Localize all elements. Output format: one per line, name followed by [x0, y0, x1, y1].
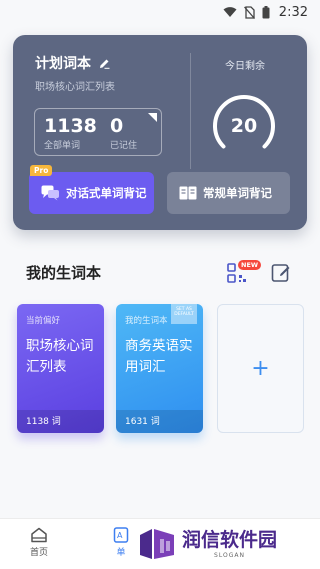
nav-item-words[interactable]: A 单: [101, 527, 141, 558]
stat-total-label: 全部单词: [44, 141, 81, 151]
add-vocab-book-button[interactable]: +: [217, 304, 304, 433]
nav-home-label: 首页: [29, 548, 48, 558]
today-remaining-value: 20: [230, 115, 258, 137]
wifi-icon: [223, 7, 237, 17]
regular-memorize-button[interactable]: 常规单词背记: [167, 172, 290, 214]
dialog-memorize-label: 对话式单词背记: [66, 186, 147, 200]
status-bar: 2:32: [0, 0, 320, 24]
plus-icon: +: [251, 356, 270, 381]
chat-bubble-icon: [41, 185, 59, 201]
stat-remembered-value: 0: [110, 115, 124, 137]
pro-badge: Pro: [30, 165, 53, 176]
regular-memorize-label: 常规单词背记: [203, 186, 272, 200]
words-icon: A: [113, 527, 129, 543]
watermark-text: 润信软件园: [182, 529, 278, 551]
book-word-count: 1138 词: [26, 417, 61, 427]
set-default-flag[interactable]: SET AS DEFAULT: [171, 304, 197, 324]
book-tag: 当前偏好: [26, 316, 61, 326]
home-icon: [31, 527, 47, 543]
plan-card[interactable]: 计划词本 职场核心词汇列表 1138 全部单词 0 已记住 今日剩余 20 Pr…: [13, 35, 307, 230]
stats-box[interactable]: 1138 全部单词 0 已记住: [34, 108, 162, 156]
book-tag: 我的生词本: [125, 316, 168, 326]
stat-remembered-label: 已记住: [110, 141, 138, 151]
dialog-memorize-button[interactable]: Pro 对话式单词背记: [29, 165, 154, 214]
watermark-logo: 润信软件园 SLOGAN: [138, 522, 314, 566]
battery-icon: [262, 5, 270, 18]
vocab-book-card[interactable]: 我的生词本 SET AS DEFAULT 商务英语实用词汇 1631 词: [116, 304, 203, 433]
new-badge: NEW: [238, 260, 262, 270]
status-time: 2:32: [278, 4, 308, 20]
nav-words-label: 单: [116, 548, 126, 558]
watermark-slogan: SLOGAN: [214, 552, 245, 559]
stat-remembered: 0 已记住: [110, 115, 137, 151]
book-name: 职场核心词汇列表: [26, 338, 94, 375]
no-sim-icon: [243, 5, 255, 19]
nav-item-home[interactable]: 首页: [19, 527, 59, 558]
plan-title: 计划词本: [35, 56, 91, 72]
section-title: 我的生词本: [26, 264, 102, 282]
book-word-count: 1631 词: [125, 417, 160, 427]
plan-subtitle: 职场核心词汇列表: [35, 82, 115, 93]
edit-pencil-icon[interactable]: [99, 58, 110, 69]
watermark-logo-icon: [140, 529, 174, 559]
edit-list-icon[interactable]: [270, 262, 292, 284]
divider: [190, 53, 191, 169]
corner-marker-icon: [148, 113, 157, 122]
stat-total-value: 1138: [44, 115, 97, 137]
vocab-book-card[interactable]: 当前偏好 职场核心词汇列表 1138 词: [17, 304, 104, 433]
book-name: 商务英语实用词汇: [125, 338, 193, 375]
open-book-icon: [179, 186, 197, 200]
svg-text:A: A: [117, 531, 123, 540]
stat-total: 1138 全部单词: [44, 115, 97, 151]
today-remaining-label: 今日剩余: [225, 61, 265, 72]
